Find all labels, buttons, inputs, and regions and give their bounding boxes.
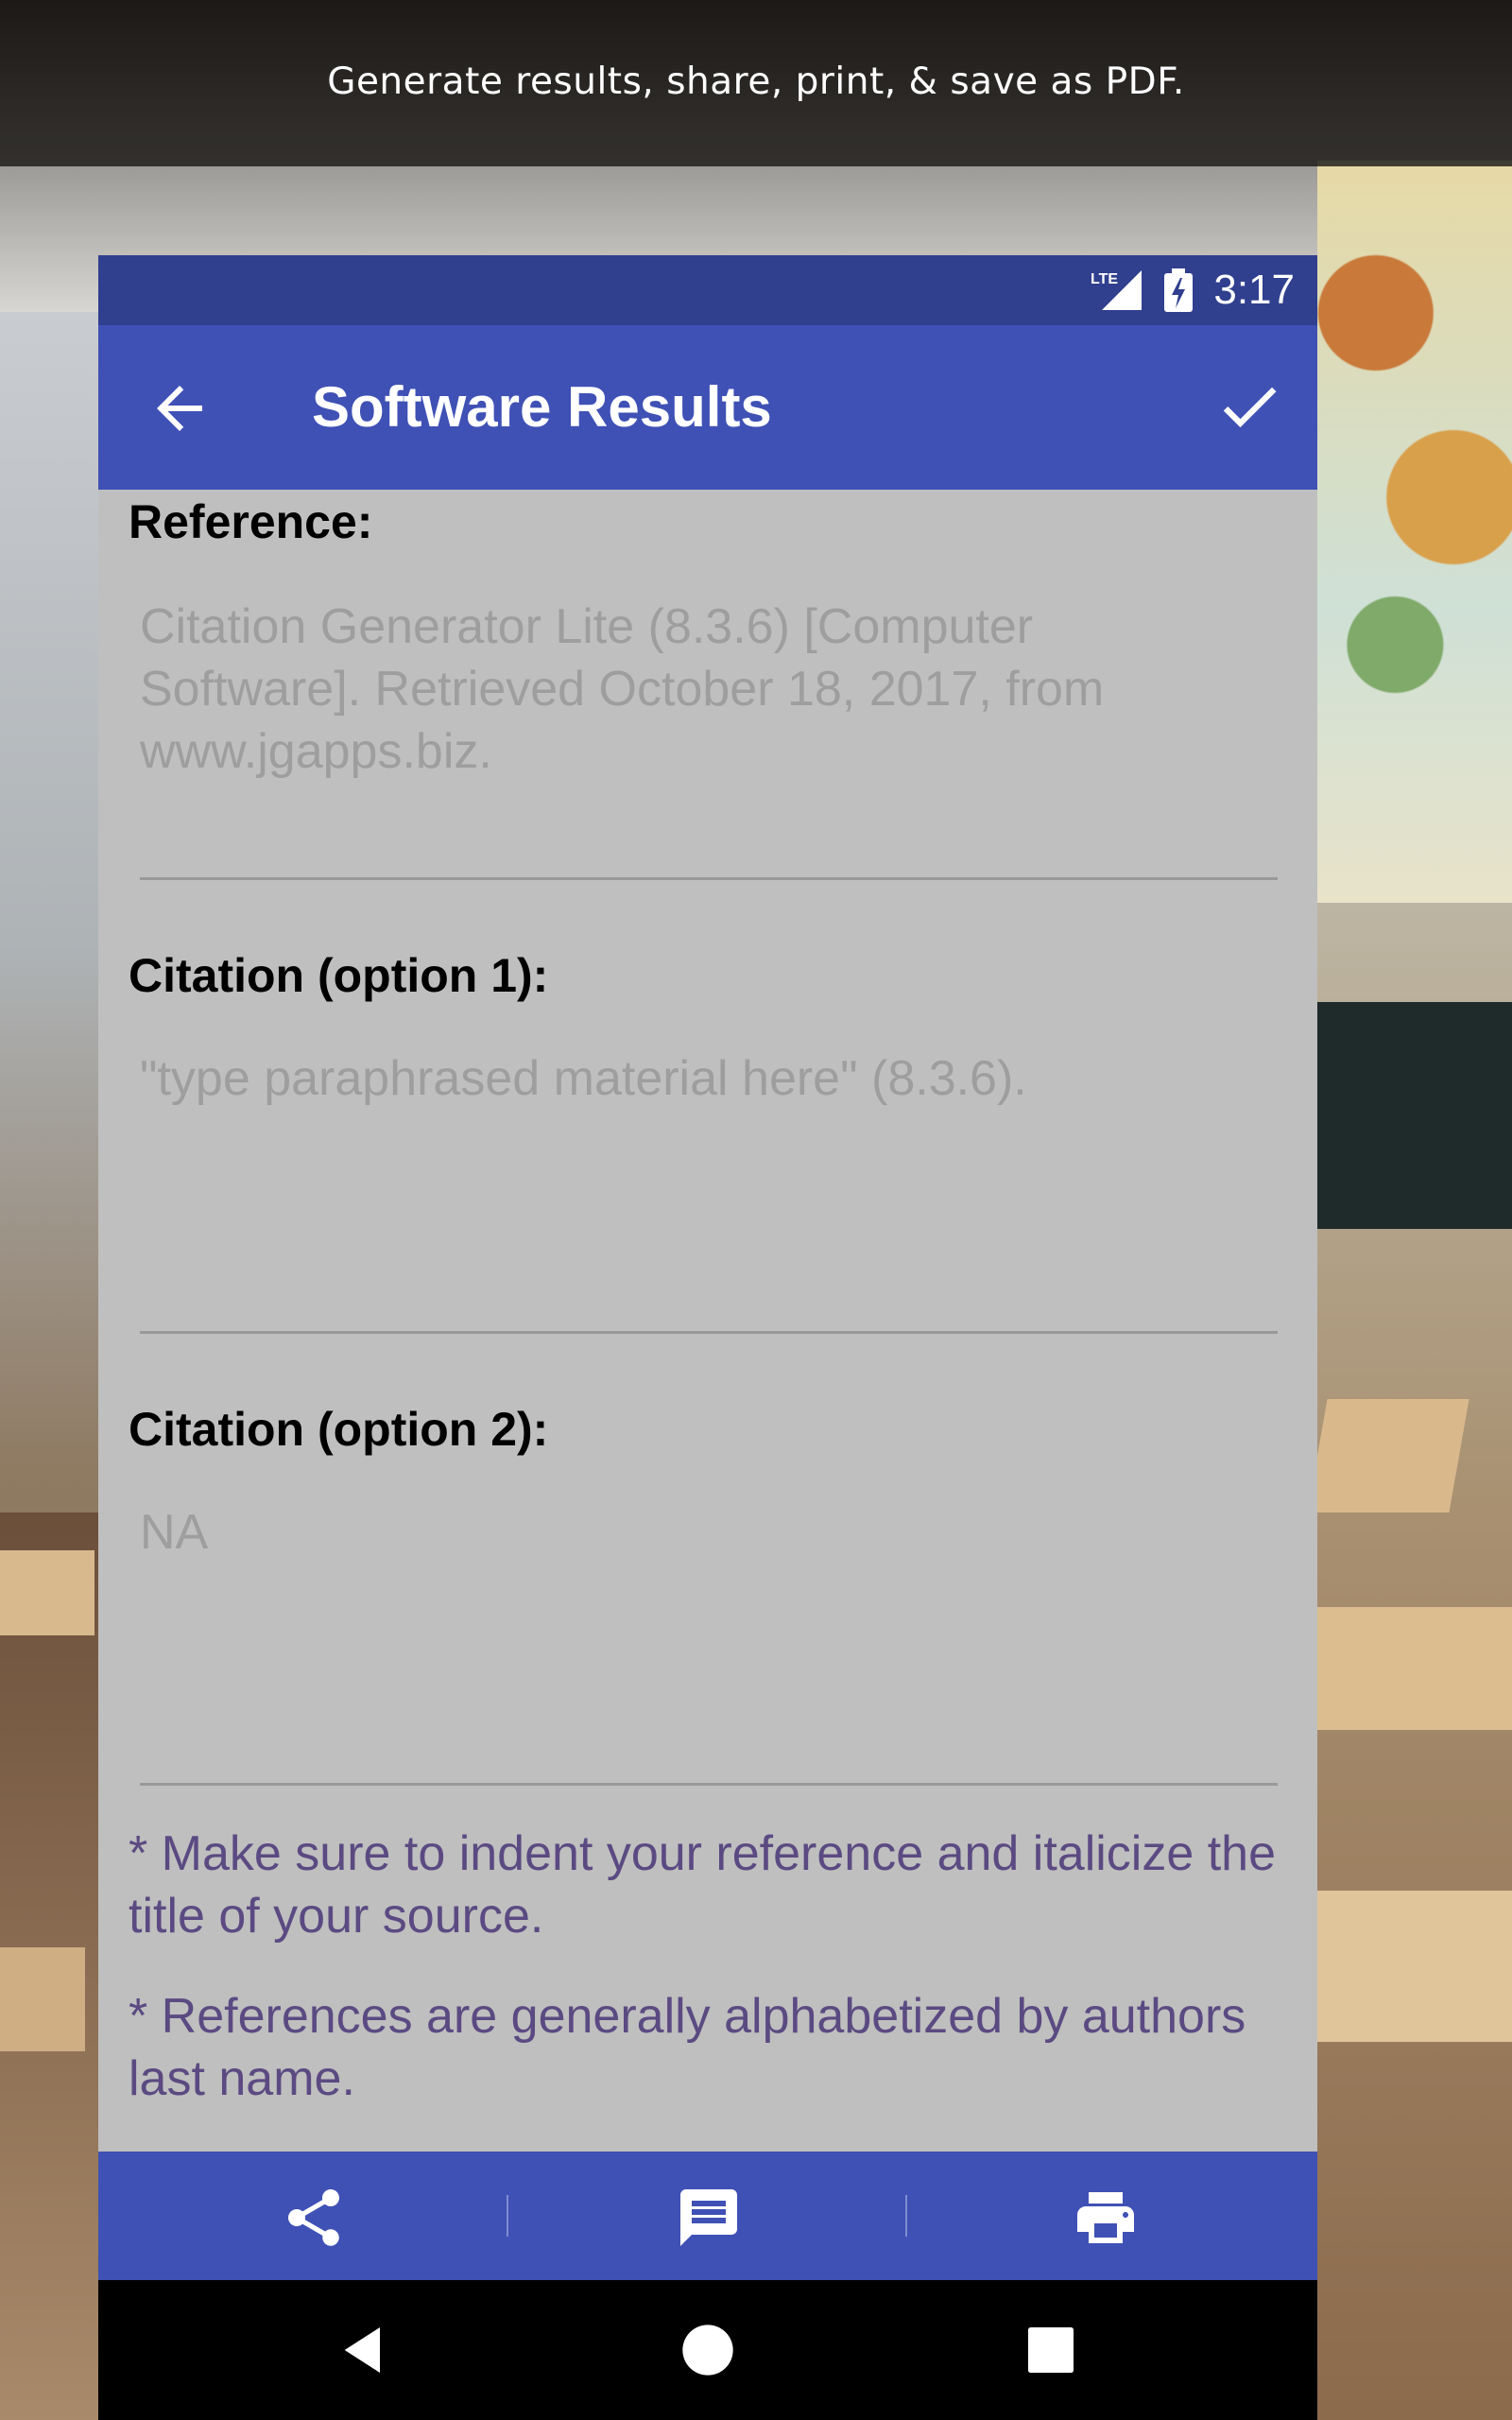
separator [905,2195,907,2237]
promo-caption: Generate results, share, print, & save a… [327,60,1185,103]
promo-caption-bar: Generate results, share, print, & save a… [0,0,1512,166]
separator [507,2195,508,2237]
phone-screen: LTE 3:17 Software Results Reference: Cit… [98,255,1317,2420]
citation-option-2-value[interactable]: NA [140,1501,1264,1564]
system-nav-bar [98,2280,1317,2420]
nav-back-icon[interactable] [335,2320,395,2380]
bottom-action-bar [98,2152,1317,2280]
check-icon[interactable] [1213,371,1285,442]
citation-option-1-value[interactable]: "type paraphrased material here" (8.3.6)… [140,1047,1264,1110]
battery-charging-icon [1164,268,1194,312]
divider [140,877,1278,880]
page-title: Software Results [312,375,772,439]
reference-label: Reference: [129,495,373,548]
share-icon[interactable] [280,2184,348,2252]
status-bar: LTE 3:17 [98,255,1317,325]
app-bar: Software Results [98,325,1317,490]
reference-value[interactable]: Citation Generator Lite (8.3.6) [Compute… [140,596,1264,783]
nav-recents-icon[interactable] [1021,2320,1081,2380]
status-time: 3:17 [1213,267,1295,313]
print-icon[interactable] [1072,2184,1140,2252]
alphabetize-note: * References are generally alphabetized … [129,1989,1246,2106]
svg-text:LTE: LTE [1091,271,1118,287]
divider [140,1783,1278,1786]
message-icon[interactable] [675,2184,743,2252]
lte-signal-icon: LTE [1091,270,1143,310]
divider [140,1331,1278,1334]
citation-option-2-label: Citation (option 2): [129,1403,549,1456]
back-arrow-icon[interactable] [146,374,214,442]
indent-note: * Make sure to indent your reference and… [129,1826,1277,1944]
nav-home-icon[interactable] [678,2320,738,2380]
citation-option-1-label: Citation (option 1): [129,949,549,1002]
